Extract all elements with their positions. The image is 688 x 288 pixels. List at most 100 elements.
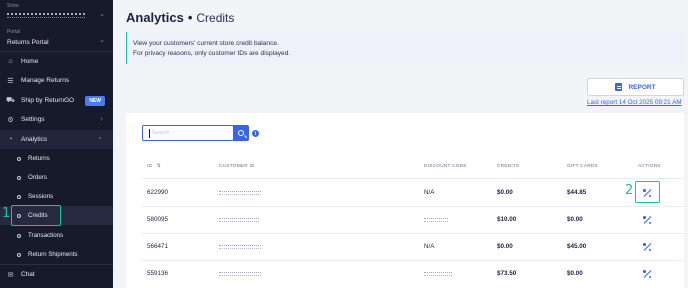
row-divider xyxy=(142,206,684,207)
cell-customer-id-redacted xyxy=(219,190,261,197)
credits-highlight-box xyxy=(11,205,61,226)
nav-ship-label: Ship by ReturnGO xyxy=(21,97,75,104)
truck-icon: ⛟ xyxy=(6,97,15,104)
nav-ship-by-returngo[interactable]: ⛟ Ship by ReturnGO NEW xyxy=(0,91,113,110)
report-button-label: REPORT xyxy=(628,83,656,91)
chart-icon: ◔ xyxy=(8,136,13,143)
search-icon xyxy=(238,130,244,136)
cell-discount-code: N/A xyxy=(424,243,435,250)
credits-card: Search i ID ⇅ CUSTOMER ID DISCOUNT CODE … xyxy=(126,113,684,288)
sort-icon: ⇅ xyxy=(156,164,161,169)
title-separator: • xyxy=(187,10,193,25)
cell-gift-cards: $0.00 xyxy=(567,216,583,223)
cell-credits: $0.00 xyxy=(497,243,513,250)
sub-nav-sessions[interactable]: Sessions xyxy=(0,187,113,206)
bullet-icon xyxy=(17,175,21,180)
search-button[interactable] xyxy=(233,125,249,141)
sub-nav-orders-label: Orders xyxy=(28,174,47,181)
row-divider xyxy=(142,233,684,234)
nav-settings-label: Settings xyxy=(21,116,45,123)
last-report-link[interactable]: Last report 14 Oct 2025 09:21 AM xyxy=(587,99,682,106)
sub-nav-returns-label: Returns xyxy=(28,155,50,162)
cell-gift-cards: $44.85 xyxy=(567,189,587,196)
page-title-main: Analytics xyxy=(126,10,184,25)
cell-customer-id-redacted xyxy=(219,217,259,224)
cell-customer-id-redacted xyxy=(219,244,261,251)
portal-value: Returns Portal xyxy=(7,39,49,46)
search-placeholder: Search xyxy=(152,130,170,136)
chevron-up-icon: ⌃ xyxy=(97,136,103,144)
nav-home-label: Home xyxy=(21,58,39,65)
store-selector[interactable]: Store ⌄ xyxy=(7,3,105,20)
search-input[interactable]: Search xyxy=(142,125,234,141)
info-banner: View your customers' current store credi… xyxy=(126,32,686,64)
column-header-actions: ACTIONS xyxy=(638,164,661,169)
cell-customer-id-redacted xyxy=(219,271,261,278)
cell-credits: $73.50 xyxy=(497,270,517,277)
page-title: Analytics • Credits xyxy=(126,10,234,25)
gear-icon: ⚙ xyxy=(7,116,14,124)
sidebar: Store ⌄ Portal Returns Portal ⌄ ⌂ Home ☰… xyxy=(0,0,113,288)
chevron-down-icon: ⌄ xyxy=(99,37,105,44)
sub-nav-return-shipments-label: Return Shipments xyxy=(28,251,78,258)
list-icon: ☰ xyxy=(7,77,14,85)
nav-home[interactable]: ⌂ Home xyxy=(0,52,113,71)
cell-id: 566471 xyxy=(147,243,169,250)
cell-gift-cards: $45.00 xyxy=(567,243,587,250)
sub-nav-sessions-label: Sessions xyxy=(28,193,54,200)
bullet-icon xyxy=(17,156,21,161)
cell-discount-code: N/A xyxy=(424,189,435,196)
sub-nav-return-shipments[interactable]: Return Shipments xyxy=(0,245,113,264)
new-badge: NEW xyxy=(85,95,105,106)
nav-analytics[interactable]: ◔ Analytics ⌃ xyxy=(0,130,113,149)
report-document-icon xyxy=(615,83,623,91)
portal-selector[interactable]: Portal Returns Portal ⌄ xyxy=(7,29,105,46)
cell-gift-cards: $0.00 xyxy=(567,270,583,277)
cell-id: 622990 xyxy=(147,189,169,196)
info-line-2: For privacy reasons, only customer IDs a… xyxy=(133,50,291,57)
cell-credits: $0.00 xyxy=(497,189,513,196)
column-header-customer-id: CUSTOMER ID xyxy=(219,164,255,169)
info-icon[interactable]: i xyxy=(252,130,259,137)
bullet-icon xyxy=(17,252,21,257)
sub-nav-orders[interactable]: Orders xyxy=(0,168,113,187)
info-line-1: View your customers' current store credi… xyxy=(133,40,279,47)
cell-discount-code-redacted xyxy=(424,217,448,224)
chat-icon: ✉ xyxy=(7,271,14,279)
nav-chat-label: Chat xyxy=(21,271,35,278)
column-header-credits: CREDITS xyxy=(497,164,520,169)
row-divider xyxy=(142,260,684,261)
store-value-redacted xyxy=(7,13,105,20)
bullet-icon xyxy=(17,194,21,199)
cell-credits: $10.00 xyxy=(497,216,517,223)
store-label: Store xyxy=(7,3,19,9)
home-icon: ⌂ xyxy=(8,58,13,65)
header-divider xyxy=(142,178,684,179)
nav-analytics-label: Analytics xyxy=(21,136,48,143)
step-1-annotation: 1 xyxy=(2,206,11,221)
nav-manage-returns-label: Manage Returns xyxy=(21,77,70,84)
percent-action-icon[interactable] xyxy=(643,216,651,224)
column-header-id-label: ID xyxy=(147,164,153,169)
nav-chat[interactable]: ✉ Chat xyxy=(0,265,113,284)
column-header-id[interactable]: ID ⇅ xyxy=(147,164,161,169)
nav-manage-returns[interactable]: ☰ Manage Returns xyxy=(0,71,113,90)
nav-settings[interactable]: ⚙ Settings › xyxy=(0,110,113,129)
bullet-icon xyxy=(17,233,21,238)
sub-nav-transactions-label: Transactions xyxy=(28,232,64,239)
cell-id: 580095 xyxy=(147,216,169,223)
chevron-down-icon: ⌄ xyxy=(99,11,105,18)
sub-nav-transactions[interactable]: Transactions xyxy=(0,226,113,245)
percent-action-icon[interactable] xyxy=(643,270,651,278)
sub-nav-returns[interactable]: Returns xyxy=(0,149,113,168)
chevron-right-icon: › xyxy=(100,116,103,123)
report-button[interactable]: REPORT xyxy=(587,78,684,96)
cell-id: 559136 xyxy=(147,270,169,277)
text-caret xyxy=(149,129,150,138)
portal-label: Portal xyxy=(7,29,21,35)
column-header-discount-code: DISCOUNT CODE xyxy=(424,164,467,169)
step-2-annotation: 2 xyxy=(625,183,634,198)
cell-discount-code-redacted xyxy=(424,271,452,278)
percent-action-icon[interactable] xyxy=(643,243,651,251)
column-header-gift-cards: GIFT CARDS xyxy=(567,164,598,169)
